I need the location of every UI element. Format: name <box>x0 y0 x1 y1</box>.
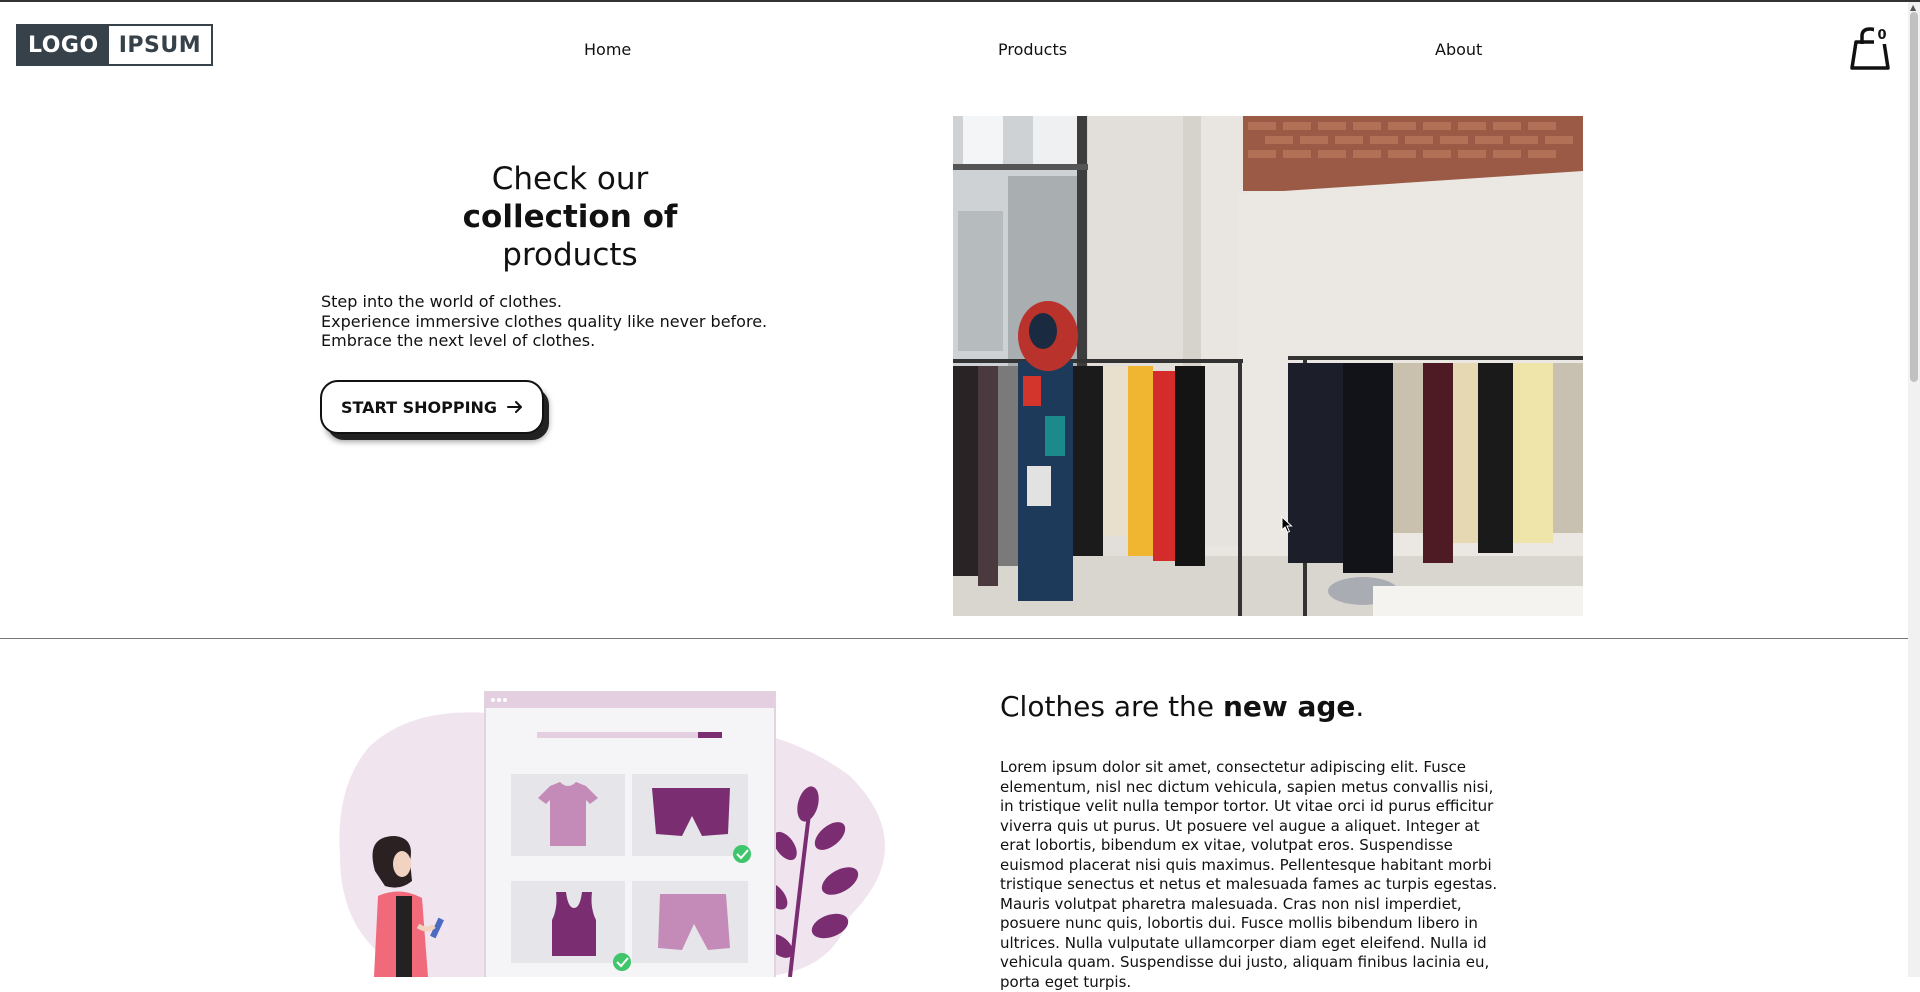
hero-subtitle: Step into the world of clothes. Experien… <box>321 292 811 351</box>
hero-subtitle-line1: Step into the world of clothes. <box>321 292 562 311</box>
cart-count: 0 <box>1874 28 1890 44</box>
start-shopping-label: START SHOPPING <box>340 397 498 417</box>
hero-title-line2: collection of <box>462 199 678 235</box>
section2-title: Clothes are the new age. <box>1000 690 1364 723</box>
hero-image <box>953 116 1583 616</box>
section2-title-bold: new age <box>1222 690 1356 723</box>
check-circle-icon <box>613 953 631 971</box>
mouse-cursor-icon <box>1281 516 1293 534</box>
logo-left-text: LOGO <box>18 26 109 64</box>
logo-right-text: IPSUM <box>108 26 212 64</box>
nav-home[interactable]: Home <box>584 40 631 59</box>
shopping-illustration <box>330 686 910 977</box>
nav-about[interactable]: About <box>1435 40 1482 59</box>
section2-title-prefix: Clothes are the <box>1000 690 1223 723</box>
hero-title-line1: Check our <box>491 161 649 197</box>
scroll-up-arrow-icon[interactable]: ▲ <box>1910 3 1916 12</box>
logo[interactable]: LOGO IPSUM <box>16 24 214 66</box>
arrow-right-icon <box>507 401 523 413</box>
start-shopping-button[interactable]: START SHOPPING <box>320 380 544 434</box>
cart-button[interactable]: 0 <box>1848 26 1892 70</box>
section2-body: Lorem ipsum dolor sit amet, consectetur … <box>1000 758 1498 991</box>
scrollbar-thumb[interactable] <box>1910 12 1918 382</box>
check-circle-icon <box>733 845 751 863</box>
hero-title-line3: products <box>502 237 638 273</box>
hero-subtitle-line2: Experience immersive clothes quality lik… <box>321 311 773 351</box>
nav-products[interactable]: Products <box>998 40 1067 59</box>
hero-title: Check our collection of products <box>440 160 700 274</box>
section2-title-suffix: . <box>1355 690 1365 723</box>
section-divider <box>0 638 1910 639</box>
